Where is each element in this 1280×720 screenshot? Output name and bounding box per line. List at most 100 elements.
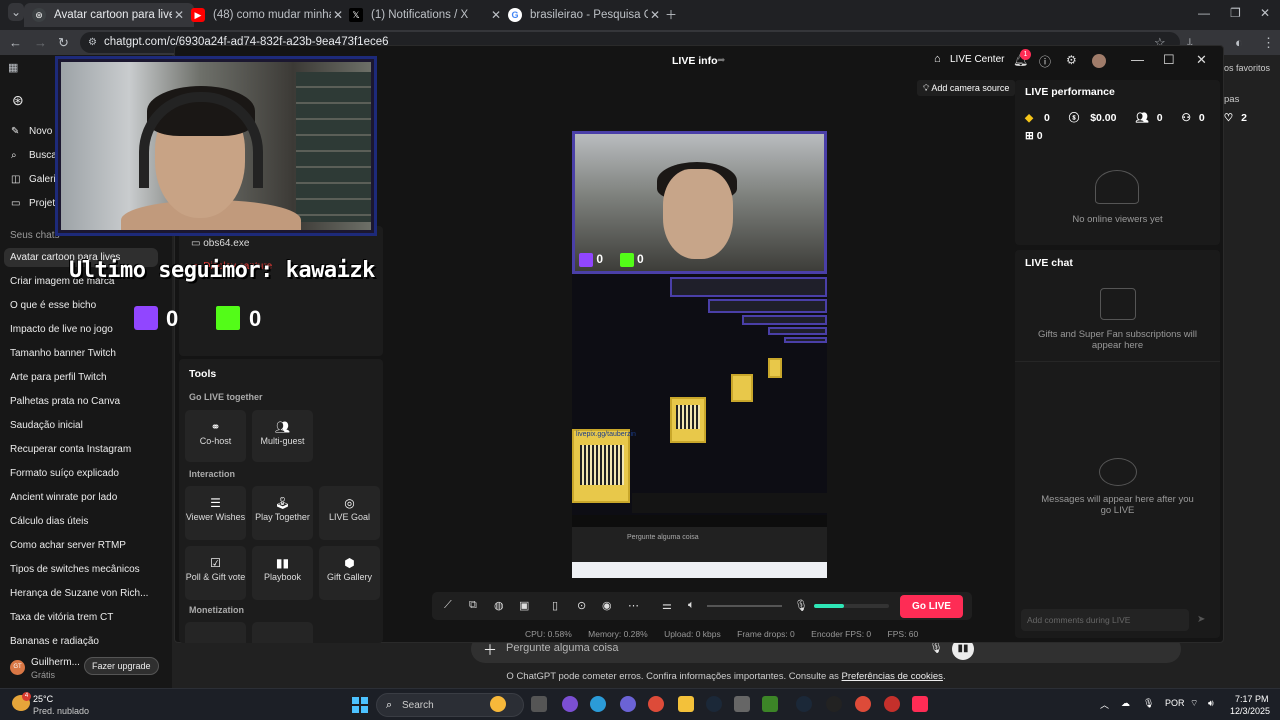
microphone-icon[interactable]: 🎙︎ [794,599,808,612]
copilot-icon[interactable] [620,696,636,712]
chat-item[interactable]: O que é esse bicho [10,300,96,311]
new-tab-icon[interactable]: ＋ [665,6,677,23]
restore-icon[interactable]: ❐ [1230,6,1241,20]
volume-slider[interactable] [707,605,782,607]
live-goal-card[interactable]: ◎ LIVE Goal [319,486,380,540]
live-comment-input[interactable]: Add comments during LIVE [1021,609,1189,631]
discord-icon[interactable] [562,696,578,712]
maximize-icon[interactable]: ☐ [1163,52,1175,68]
minecraft-icon[interactable] [762,696,778,712]
record-icon[interactable]: ⊙ [577,599,586,612]
poll-gift-card[interactable]: ☑ Poll & Gift vote [185,546,246,600]
mic-level-meter[interactable] [814,604,889,608]
share-arrow-icon[interactable]: ➦ [717,55,725,66]
playbook-card[interactable]: ▮▮ Playbook [252,546,313,600]
attach-plus-icon[interactable]: ＋ [483,640,497,660]
app-icon[interactable] [734,696,750,712]
close-window-icon[interactable]: ✕ [1260,6,1270,20]
language-indicator[interactable]: POR [1165,698,1185,708]
close-tab-icon[interactable]: ✕ [648,8,662,22]
tab-avatar-cartoon[interactable]: ⊛ Avatar cartoon para lives ✕ [24,3,194,27]
chat-item[interactable]: Tamanho banner Twitch [10,348,116,359]
mic-tray-icon[interactable]: 🎙︎ [1143,698,1154,709]
tab-youtube[interactable]: ▶ (48) como mudar minha kick do ✕ [183,3,353,27]
scene-icon[interactable]: ▣ [519,599,529,612]
chat-item[interactable]: Impacto de live no jogo [10,324,113,335]
nav-gallery[interactable]: ◫ Galeria [11,174,61,185]
chat-item[interactable]: Herança de Suzane von Rich... [10,588,148,599]
start-button[interactable] [352,697,368,713]
chrome-icon-2[interactable] [855,696,871,712]
weather-description[interactable]: Pred. nublado [33,706,89,716]
phone-icon[interactable]: ▯ [552,599,558,612]
monetization-card-1[interactable] [185,622,246,643]
avatar[interactable] [1092,54,1106,68]
nav-new-chat[interactable]: ✎ Novo [11,126,52,137]
clock-time[interactable]: 7:17 PM [1235,694,1269,704]
live-center-button[interactable]: LIVE Center [950,54,1004,65]
menu-icon[interactable]: ⋮ [1262,35,1275,51]
stream-preview[interactable]: 0 0 livepix.gg/tauberzin Pergunte alguma… [572,131,827,578]
layers-icon[interactable]: ⧉ [469,599,477,612]
chat-item[interactable]: Formato suíço explicado [10,468,119,479]
chat-item[interactable]: Palhetas prata no Canva [10,396,120,407]
chat-item[interactable]: Bananas e radiação [10,636,99,647]
monetization-card-2[interactable] [252,622,313,643]
obs-icon[interactable] [826,696,842,712]
close-icon[interactable]: ✕ [1196,52,1207,68]
tab-x-notifications[interactable]: 𝕏 (1) Notifications / X ✕ [341,3,511,27]
steam-icon-2[interactable] [796,696,812,712]
tab-search-button[interactable]: ⌄ [8,3,24,21]
minimize-icon[interactable]: — [1131,52,1144,67]
nav-search[interactable]: ⌕ Buscar [11,150,60,161]
chat-item[interactable]: Saudação inicial [10,420,83,431]
file-explorer-icon[interactable] [678,696,694,712]
chat-item[interactable]: Ancient winrate por lado [10,492,117,503]
help-icon[interactable]: ⓘ [1039,53,1051,70]
task-view-icon[interactable] [531,696,547,712]
cohost-card[interactable]: ⚭ Co-host [185,410,246,462]
viewer-wishes-card[interactable]: ☰ Viewer Wishes [185,486,246,540]
chat-item[interactable]: Cálculo dias úteis [10,516,88,527]
send-icon[interactable]: ➤ [1197,614,1205,625]
tab-google-search[interactable]: G brasileirao - Pesquisa Google ✕ [500,3,670,27]
minimize-icon[interactable]: — [1198,6,1210,20]
camera-switch-icon[interactable]: ◉ [602,599,612,612]
steam-icon[interactable] [706,696,722,712]
chrome-icon[interactable] [648,696,664,712]
multiguest-card[interactable]: 👥︎ Multi-guest [252,410,313,462]
clock-date[interactable]: 12/3/2025 [1230,706,1270,716]
cloud-icon[interactable]: ☁ [1121,698,1130,709]
live-info-title[interactable]: LIVE info [672,55,718,67]
magic-wand-icon[interactable]: ⟋ [444,599,452,612]
apps-grid-icon[interactable]: ▦ [8,61,18,74]
chat-item[interactable]: Recuperar conta Instagram [10,444,131,455]
tray-chevron-icon[interactable]: ︿ [1100,698,1109,711]
back-icon[interactable]: ← [9,35,22,50]
user-profile-row[interactable]: GT Guilherm... Grátis Fazer upgrade [0,652,172,688]
add-camera-source-button[interactable]: 💡︎ Add camera source [917,80,1016,96]
effects-icon[interactable]: ◍ [494,599,504,612]
forward-icon[interactable]: → [34,35,47,50]
chat-item[interactable]: Arte para perfil Twitch [10,372,107,383]
temperature[interactable]: 25°C [33,694,53,704]
chat-item[interactable]: Tipos de switches mecânicos [10,564,140,575]
cookie-preferences-link[interactable]: Preferências de cookies [842,671,943,682]
go-live-button[interactable]: Go LIVE [900,595,963,618]
edge-icon[interactable] [590,696,606,712]
tiktok-live-icon[interactable] [912,696,928,712]
volume-icon[interactable]: 🔊︎ [1208,698,1214,709]
sliders-icon[interactable]: ⚌ [662,599,672,612]
chat-item[interactable]: Taxa de vitória trem CT [10,612,113,623]
gift-gallery-card[interactable]: ⬢ Gift Gallery [319,546,380,600]
speaker-icon[interactable]: 🔈︎ [688,599,695,612]
reload-icon[interactable]: ↻ [58,35,69,51]
source-obs[interactable]: ▭ obs64.exe [191,238,249,249]
bookmarks-folder[interactable]: os favoritos [1224,63,1270,73]
wifi-icon[interactable]: ⌔ [1190,698,1198,709]
settings-gear-icon[interactable]: ⚙ [1066,53,1077,67]
profile-icon[interactable]: ◐ [1235,35,1243,50]
chat-item[interactable]: Como achar server RTMP [10,540,126,551]
media-player-icon[interactable] [884,696,900,712]
chatgpt-logo-icon[interactable]: ⊛ [12,92,24,109]
